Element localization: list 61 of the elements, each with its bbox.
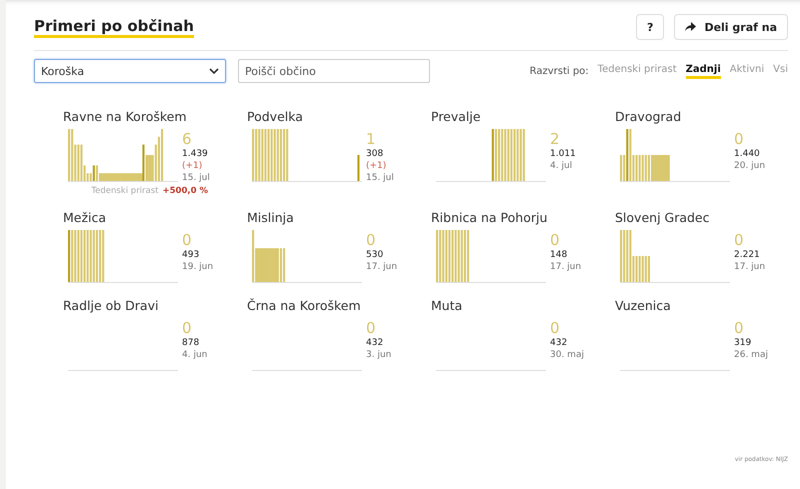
last-date: 19. jun: [182, 261, 214, 273]
last-date: 30. maj: [550, 349, 584, 361]
weekly-growth-label: Tedenski prirast: [91, 186, 159, 196]
last-date: 26. maj: [734, 349, 768, 361]
case-count: 0: [734, 320, 745, 337]
total-cases: 1.439: [182, 148, 209, 160]
total-cases: 878: [182, 337, 200, 349]
share-arrow-icon: [685, 22, 696, 32]
case-count: 2: [550, 131, 561, 148]
case-count: 0: [734, 131, 745, 148]
total-cases: 1.440: [734, 148, 761, 160]
share-button[interactable]: Deli graf na: [674, 14, 788, 40]
search-field[interactable]: Poišči občino: [238, 59, 430, 83]
case-count: 6: [182, 131, 193, 148]
municipality-name: Mislinja: [247, 210, 295, 227]
case-count: 0: [550, 320, 561, 337]
last-date: 15. jul: [182, 172, 210, 184]
total-cases: 1.011: [550, 148, 576, 160]
weekly-growth-value: +500,0 %: [162, 186, 208, 196]
municipality-name: Vuzenica: [615, 298, 672, 315]
total-cases: 432: [366, 337, 384, 349]
municipality-name: Slovenj Gradec: [615, 210, 710, 227]
last-date: 17. jun: [550, 261, 582, 273]
page-title: Primeri po občinah: [34, 16, 194, 38]
last-date: 4. jul: [550, 160, 574, 172]
last-date: 17. jun: [366, 261, 398, 273]
municipality-name: Muta: [431, 298, 464, 315]
municipality-name: Podvelka: [247, 109, 304, 126]
last-date: 3. jun: [366, 349, 392, 361]
total-cases: 530: [366, 249, 384, 261]
sort-label: Razvrsti po:: [530, 66, 589, 76]
case-count: 1: [366, 131, 377, 148]
total-cases: 432: [550, 337, 568, 349]
last-date: 20. jun: [734, 160, 766, 172]
region-dropdown[interactable]: Koroška: [34, 59, 226, 83]
total-cases: 319: [734, 337, 752, 349]
case-count: 0: [182, 232, 193, 249]
case-change: (+1): [182, 160, 204, 172]
case-count: 0: [366, 232, 377, 249]
total-cases: 308: [366, 148, 384, 160]
help-button[interactable]: ?: [636, 14, 664, 40]
last-date: 4. jun: [182, 349, 208, 361]
last-date: 17. jun: [734, 261, 766, 273]
municipality-name: Črna na Koroškem: [247, 298, 362, 315]
municipality-name: Dravograd: [615, 109, 682, 126]
total-cases: 493: [182, 249, 200, 261]
chevron-down-icon: [209, 68, 219, 74]
case-count: 0: [734, 232, 745, 249]
case-count: 0: [182, 320, 193, 337]
municipality-name: Ravne na Koroškem: [63, 109, 188, 126]
municipality-name: Prevalje: [431, 109, 482, 126]
case-count: 0: [550, 232, 561, 249]
total-cases: 2.221: [734, 249, 761, 261]
municipality-name: Mežica: [63, 210, 108, 227]
municipality-name: Ribnica na Pohorju: [431, 210, 548, 227]
last-date: 15. jul: [366, 172, 394, 184]
case-change: (+1): [366, 160, 388, 172]
municipality-name: Radlje ob Dravi: [63, 298, 160, 315]
total-cases: 148: [550, 249, 568, 261]
sort-option[interactable]: Zadnji: [686, 64, 721, 78]
case-count: 0: [366, 320, 377, 337]
